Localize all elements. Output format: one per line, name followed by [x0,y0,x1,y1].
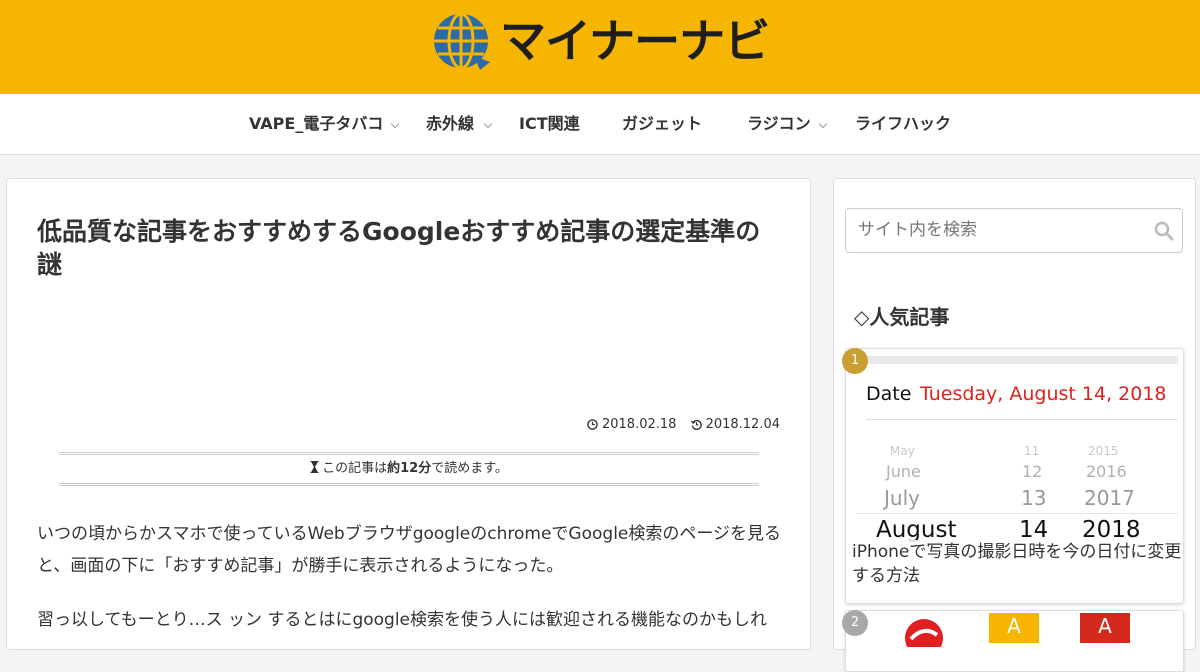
rank-badge: 2 [842,610,868,636]
article-title: 低品質な記事をおすすめするGoogleおすすめ記事の選定基準の謎 [37,217,761,279]
popular-post-card[interactable]: A A [845,610,1184,672]
nav-item-infrared[interactable]: 赤外線 [426,94,474,154]
popular-post-card[interactable]: Date Tuesday, August 14, 2018 May June J… [845,348,1184,604]
update-date: 2018.12.04 [690,417,780,432]
read-time-value: 約12分 [387,461,432,476]
article-paragraph: 習っ以してもーとり…ス ッン するとはにgoogle検索を使う人には歓迎される機… [37,610,768,630]
article-body: いつの頃からかスマホで使っているWebブラウザgoogleのchromeでGoo… [37,518,787,658]
chevron-down-icon [390,119,400,129]
chevron-down-icon [818,119,828,129]
post-thumbnail: Date Tuesday, August 14, 2018 May June J… [856,356,1178,546]
nav-item-lifehack[interactable]: ライフハック [855,94,951,154]
read-time-suffix: で読めます。 [431,461,508,476]
site-name: マイナーナビ [500,14,770,68]
nav-item-ict[interactable]: ICT関連 [519,94,580,154]
nav-item-radicon[interactable]: ラジコン [747,94,811,154]
popular-post-title: iPhoneで写真の撮影日時を今の日付に変更する方法 [852,540,1182,588]
picker-month: May [890,444,915,458]
thumb-letter-tile: A [1080,613,1130,643]
picker-month: June [886,462,921,481]
app-logo-icon [905,619,943,647]
thumb-top-bar [856,356,1178,364]
site-logo[interactable]: マイナーナビ [430,10,770,72]
thumb-letter-tile: A [989,613,1039,643]
update-date-value: 2018.12.04 [705,417,780,432]
article-dates: 2018.02.18 2018.12.04 [577,417,780,434]
chevron-down-icon [483,119,493,129]
globe-icon [434,12,490,70]
picker-selection-line [856,513,1178,514]
main-nav: VAPE_電子タバコ 赤外線 ICT関連 ガジェット ラジコン ライフハック [0,94,1200,155]
picker-year: 2016 [1086,462,1127,481]
article-paragraph: いつの頃からかスマホで使っているWebブラウザgoogleのchromeでGoo… [37,524,782,576]
picker-month: July [884,486,920,510]
picker-year: 2015 [1088,444,1119,458]
post-date-value: 2018.02.18 [601,417,677,432]
picker-day: 12 [1022,462,1043,481]
thumb-date-value: Tuesday, August 14, 2018 [920,383,1167,405]
article-container: 低品質な記事をおすすめするGoogleおすすめ記事の選定基準の謎 2018.02… [6,178,811,650]
search-input[interactable] [846,209,1148,250]
rank-badge: 1 [842,348,868,374]
picker-year: 2017 [1084,486,1135,510]
thumb-divider [866,419,1178,420]
popular-posts-heading: ◇人気記事 [854,305,950,329]
nav-item-gadget[interactable]: ガジェット [622,94,702,154]
post-date: 2018.02.18 [587,417,676,432]
site-header: マイナーナビ [0,0,1200,94]
history-icon [690,419,702,430]
read-time-prefix: この記事は [322,461,388,476]
hourglass-icon [310,461,319,473]
clock-icon [587,419,598,430]
thumb-date-label: Date [866,383,912,405]
sidebar: ◇人気記事 1 Date Tuesday, August 14, 2018 Ma… [833,178,1196,672]
nav-item-vape[interactable]: VAPE_電子タバコ [249,94,383,154]
search-icon[interactable] [1154,221,1174,241]
picker-day: 11 [1024,444,1040,458]
search-form [845,208,1183,253]
read-time-notice: この記事は約12分で読めます。 [59,452,759,486]
picker-day: 13 [1021,486,1047,510]
